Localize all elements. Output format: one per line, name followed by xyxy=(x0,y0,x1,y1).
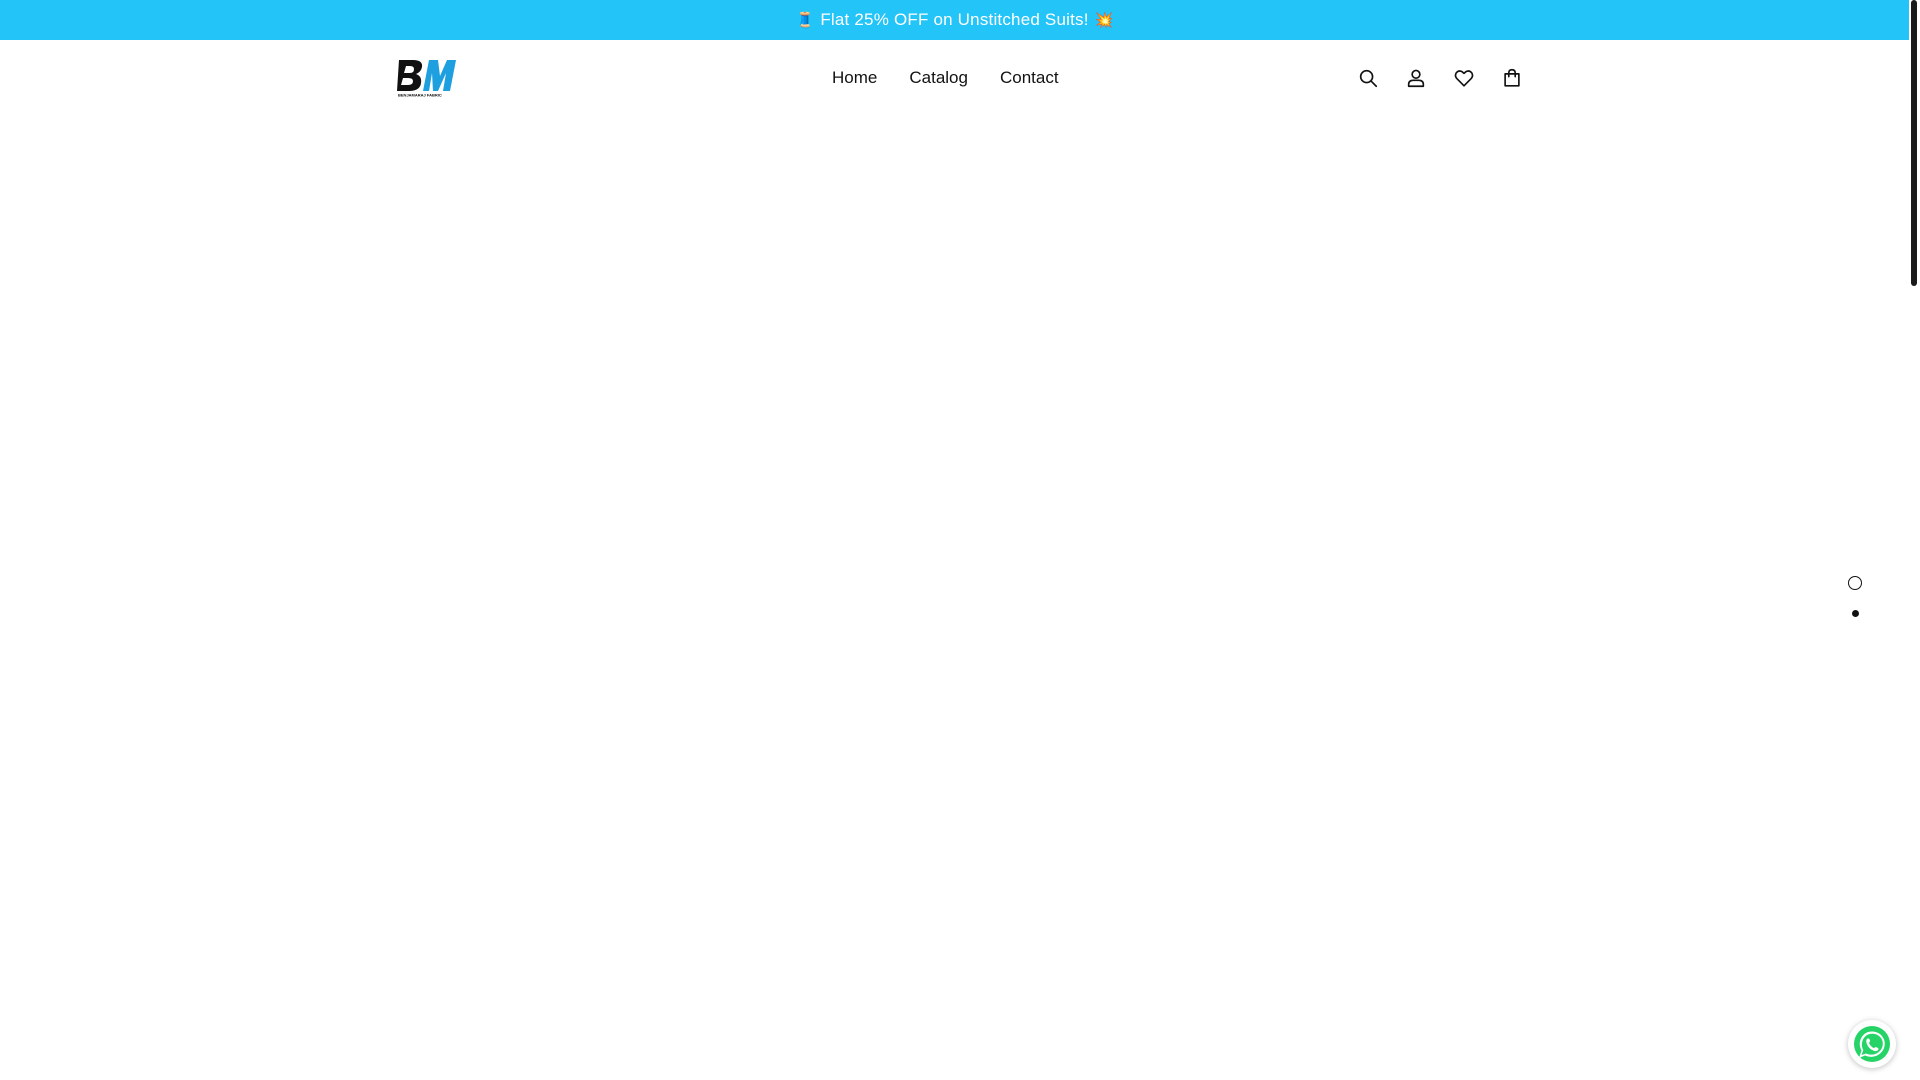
thread-emoji: 🧵 xyxy=(795,12,815,29)
site-header: BENJAMARAJ FABRIC Home Catalog Contact xyxy=(0,40,1909,120)
slider-dot-1[interactable] xyxy=(1848,576,1862,590)
page-scrollbar[interactable] xyxy=(1909,0,1920,1080)
nav-catalog[interactable]: Catalog xyxy=(909,68,968,88)
scrollbar-thumb[interactable] xyxy=(1911,0,1917,286)
slider-dot-2[interactable] xyxy=(1848,606,1862,620)
header-icons xyxy=(1356,66,1524,90)
slider-pagination xyxy=(1847,576,1863,620)
page: 🧵 Flat 25% OFF on Unstitched Suits! 💥 BE… xyxy=(0,0,1920,1080)
announcement-text: Flat 25% OFF on Unstitched Suits! xyxy=(820,10,1089,29)
nav-home[interactable]: Home xyxy=(832,68,877,88)
logo-mark: BENJAMARAJ FABRIC xyxy=(397,60,456,98)
whatsapp-button[interactable] xyxy=(1848,1020,1896,1068)
account-icon xyxy=(1407,69,1425,88)
cart-icon xyxy=(1504,68,1520,87)
search-icon xyxy=(1359,69,1378,88)
wishlist-icon xyxy=(1454,70,1474,87)
wishlist-button[interactable] xyxy=(1452,66,1476,90)
whatsapp-icon xyxy=(1854,1026,1890,1062)
account-button[interactable] xyxy=(1404,66,1428,90)
announcement-bar[interactable]: 🧵 Flat 25% OFF on Unstitched Suits! 💥 xyxy=(0,0,1909,40)
cart-button[interactable] xyxy=(1500,66,1524,90)
collision-emoji: 💥 xyxy=(1094,12,1114,29)
nav-contact[interactable]: Contact xyxy=(1000,68,1059,88)
brand-logo[interactable]: BENJAMARAJ FABRIC xyxy=(395,56,457,98)
search-button[interactable] xyxy=(1356,66,1380,90)
main-nav: Home Catalog Contact xyxy=(832,68,1059,88)
logo-subtext: BENJAMARAJ FABRIC xyxy=(398,93,442,98)
